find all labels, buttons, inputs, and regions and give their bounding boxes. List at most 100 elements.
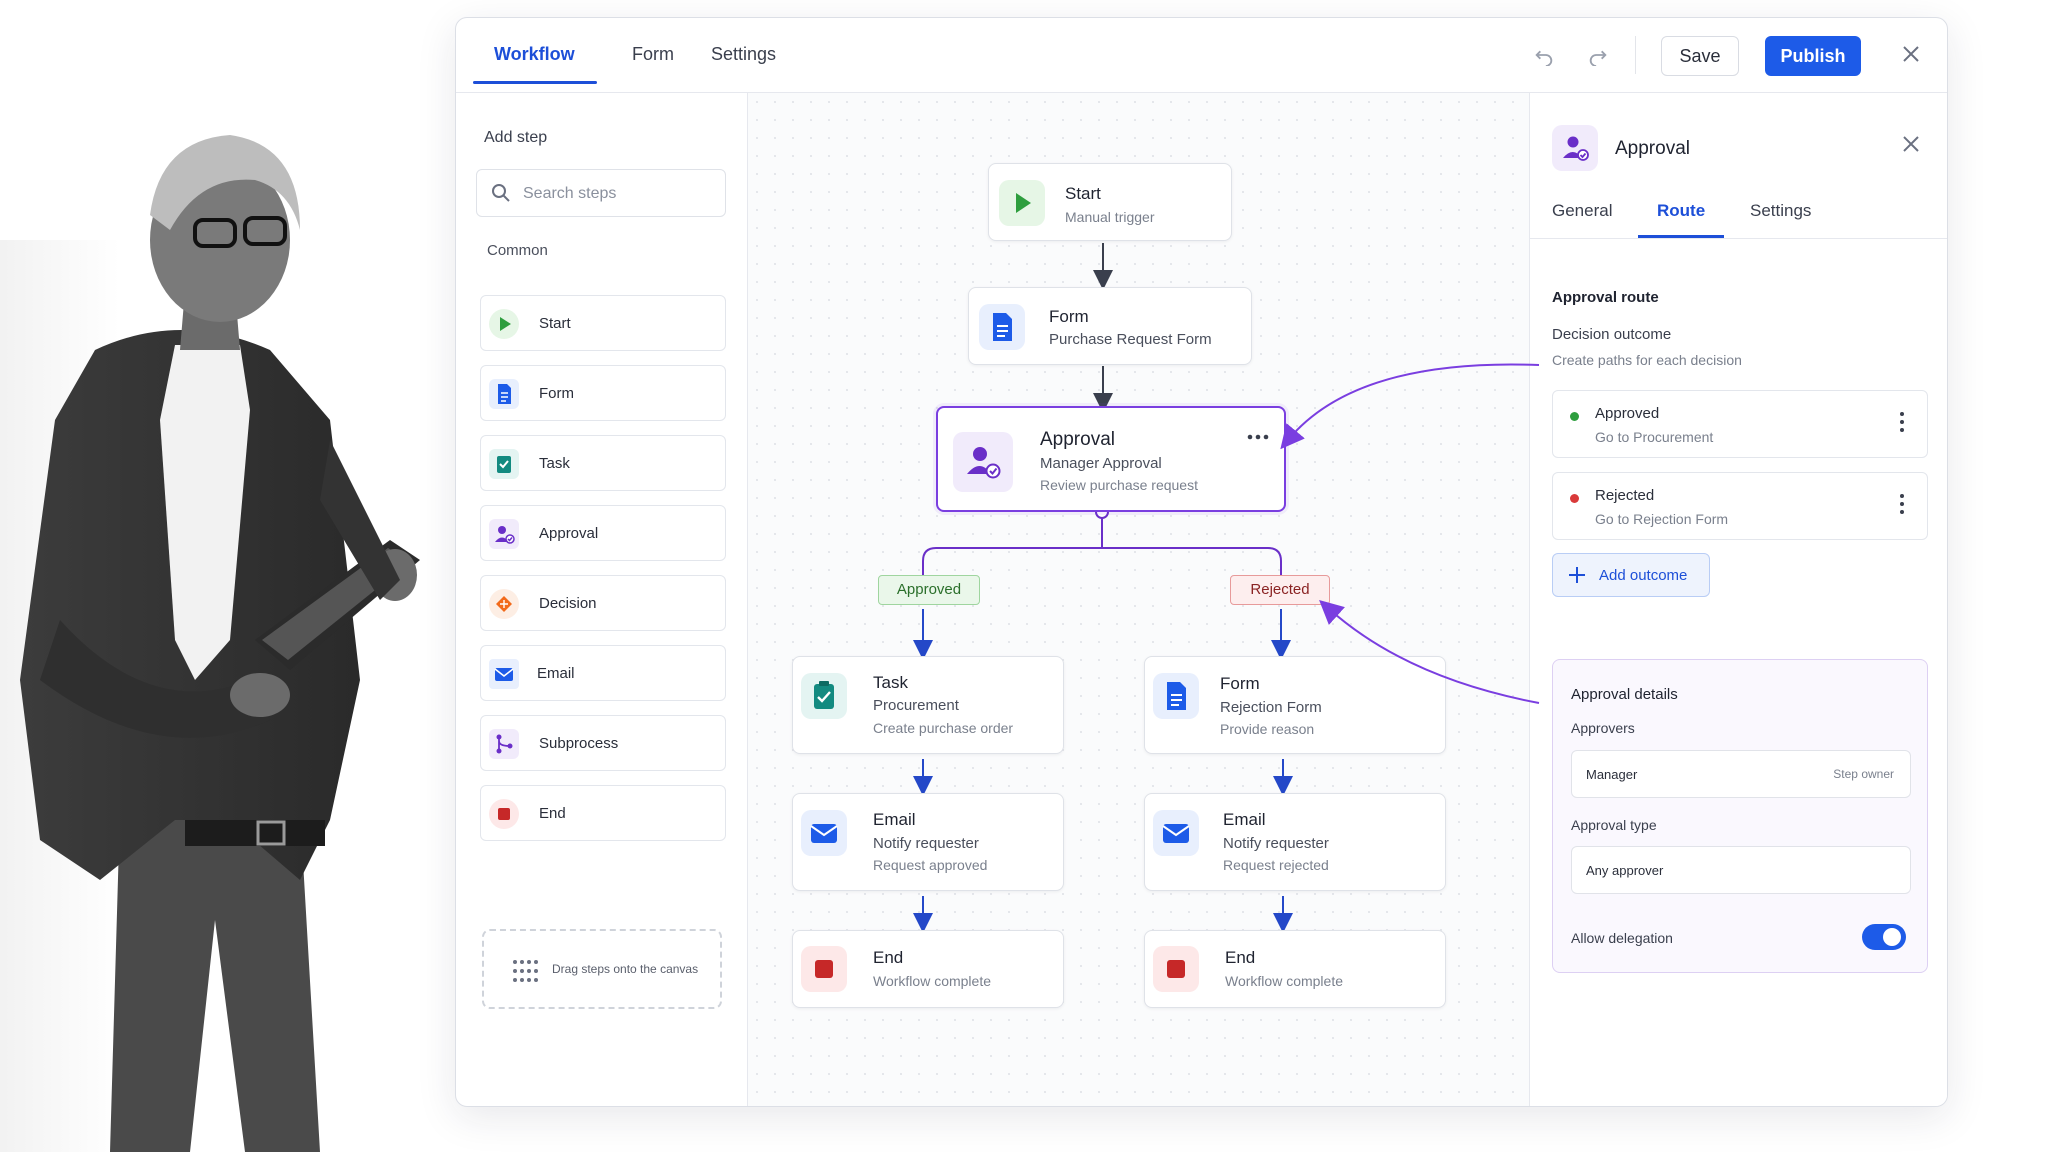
delegation-toggle[interactable] — [1862, 924, 1906, 950]
outcome-target: Go to Rejection Form — [1595, 511, 1729, 527]
node-title: End — [1225, 948, 1256, 967]
node-email-approved[interactable]: Email Notify requester Request approved — [792, 793, 1064, 891]
step-item-end[interactable]: End — [480, 785, 726, 841]
node-end-approved[interactable]: End Workflow complete — [792, 930, 1064, 1008]
step-item-label: Decision — [539, 595, 597, 612]
status-dot — [1570, 412, 1579, 421]
step-item-approval[interactable]: Approval — [480, 505, 726, 561]
person-photo — [0, 135, 420, 1152]
node-subtitle: Procurement — [873, 697, 959, 714]
approvers-field[interactable]: Manager Step owner — [1571, 750, 1911, 798]
step-item-decision[interactable]: Decision — [480, 575, 726, 631]
search-input[interactable]: Search steps — [476, 169, 726, 217]
panel-title: Approval — [1615, 138, 1690, 159]
stop-icon — [1153, 946, 1199, 992]
node-email-rejected[interactable]: Email Notify requester Request rejected — [1144, 793, 1446, 891]
node-form[interactable]: Form Purchase Request Form — [968, 287, 1252, 365]
user-check-icon — [953, 432, 1013, 492]
branch-label-approved[interactable]: Approved — [878, 575, 980, 605]
panel-tab-settings[interactable]: Settings — [1750, 201, 1811, 221]
drop-zone-hint: Drag steps onto the canvas — [552, 962, 699, 976]
workflow-canvas[interactable]: Start Manual trigger Form Purchase Reque… — [748, 93, 1529, 1106]
redo-icon[interactable] — [1586, 44, 1610, 68]
checklist-icon — [801, 673, 847, 719]
checklist-icon — [489, 449, 519, 479]
kebab-menu-icon[interactable] — [1899, 493, 1905, 520]
step-item-label: Approval — [539, 525, 599, 542]
document-icon — [489, 379, 519, 409]
approval-details-card: Approval details Approvers Manager Step … — [1552, 659, 1928, 973]
panel-tab-route[interactable]: Route — [1657, 201, 1705, 221]
more-options-icon[interactable] — [1246, 428, 1270, 446]
kebab-menu-icon[interactable] — [1899, 411, 1905, 438]
toggle-knob — [1883, 928, 1901, 946]
node-title: Task — [873, 673, 908, 692]
node-subtitle: Manager Approval — [1040, 455, 1162, 472]
node-detail: Review purchase request — [1040, 477, 1198, 493]
search-placeholder: Search steps — [523, 185, 617, 202]
user-check-icon — [489, 519, 519, 549]
save-button[interactable]: Save — [1661, 36, 1739, 76]
step-item-label: Start — [539, 315, 571, 332]
panel-tabs-divider — [1530, 238, 1947, 239]
approval-type-select[interactable]: Any approver — [1571, 846, 1911, 894]
node-title: Form — [1049, 307, 1089, 326]
step-item-label: Subprocess — [539, 735, 619, 752]
tab-workflow[interactable]: Workflow — [494, 44, 575, 65]
node-start[interactable]: Start Manual trigger — [988, 163, 1232, 241]
mail-icon — [1153, 810, 1199, 856]
publish-button[interactable]: Publish — [1765, 36, 1861, 76]
details-title: Approval details — [1571, 686, 1678, 703]
subsection-title: Decision outcome — [1552, 326, 1672, 343]
approval-type-value: Any approver — [1586, 863, 1664, 878]
approval-type-label: Approval type — [1571, 817, 1657, 833]
approver-role: Step owner — [1833, 767, 1894, 781]
status-dot — [1570, 494, 1579, 503]
outcome-approved[interactable]: Approved Go to Procurement — [1552, 390, 1928, 458]
close-icon[interactable] — [1899, 44, 1923, 68]
step-item-subprocess[interactable]: Subprocess — [480, 715, 726, 771]
group-label: Common — [487, 242, 548, 259]
step-item-task[interactable]: Task — [480, 435, 726, 491]
node-subtitle: Workflow complete — [873, 973, 992, 989]
step-item-email[interactable]: Email — [480, 645, 726, 701]
outcome-name: Rejected — [1595, 487, 1655, 504]
node-approval[interactable]: Approval Manager Approval Review purchas… — [936, 406, 1286, 512]
step-item-start[interactable]: Start — [480, 295, 726, 351]
node-subtitle: Workflow complete — [1225, 973, 1344, 989]
node-rejection-form[interactable]: Form Rejection Form Provide reason — [1144, 656, 1446, 754]
step-item-form[interactable]: Form — [480, 365, 726, 421]
node-detail: Request rejected — [1223, 857, 1329, 873]
node-title: Start — [1065, 184, 1101, 203]
close-panel-icon[interactable] — [1902, 135, 1920, 158]
node-subtitle: Rejection Form — [1220, 699, 1322, 716]
step-item-label: Task — [539, 455, 570, 472]
delegation-label: Allow delegation — [1571, 930, 1673, 946]
node-end-rejected[interactable]: End Workflow complete — [1144, 930, 1446, 1008]
outcome-rejected[interactable]: Rejected Go to Rejection Form — [1552, 472, 1928, 540]
branch-label-rejected[interactable]: Rejected — [1230, 575, 1330, 605]
undo-icon[interactable] — [1532, 44, 1556, 68]
play-icon — [999, 180, 1045, 226]
toolbar-divider — [1635, 36, 1636, 74]
document-icon — [1153, 673, 1199, 719]
drop-zone[interactable]: Drag steps onto the canvas — [482, 929, 722, 1009]
diamond-icon — [489, 589, 519, 619]
step-item-label: End — [539, 805, 566, 822]
tab-settings[interactable]: Settings — [711, 44, 776, 65]
node-title: Email — [1223, 810, 1266, 829]
add-outcome-button[interactable]: Add outcome — [1552, 553, 1710, 597]
active-tab-indicator — [473, 81, 597, 84]
document-icon — [979, 304, 1025, 350]
mail-icon — [801, 810, 847, 856]
approver-value: Manager — [1586, 767, 1638, 782]
tab-form[interactable]: Form — [632, 44, 674, 65]
section-hint: Create paths for each decision — [1552, 352, 1742, 368]
node-title: Email — [873, 810, 916, 829]
node-task[interactable]: Task Procurement Create purchase order — [792, 656, 1064, 754]
panel-tab-general[interactable]: General — [1552, 201, 1612, 221]
step-item-label: Email — [537, 665, 575, 682]
node-subtitle: Notify requester — [1223, 835, 1329, 852]
branch-icon — [489, 729, 519, 759]
stop-icon — [801, 946, 847, 992]
